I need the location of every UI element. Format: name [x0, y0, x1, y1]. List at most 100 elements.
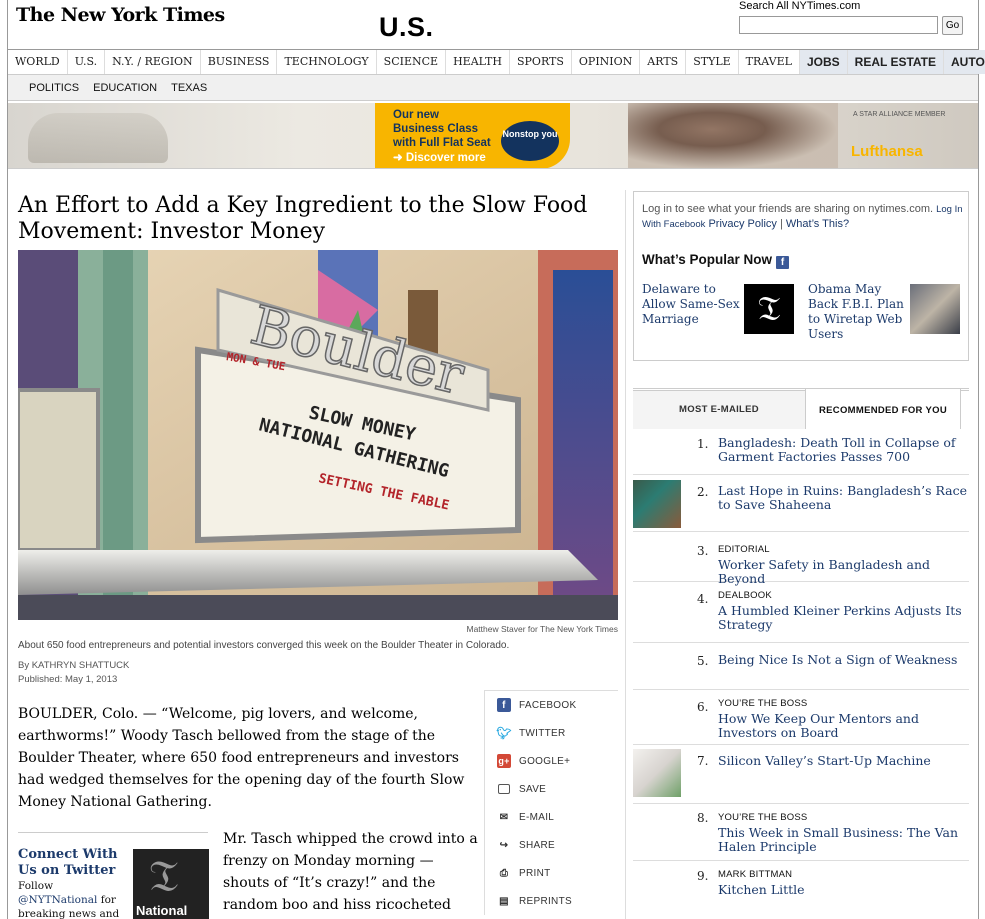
nav-world[interactable]: WORLD — [8, 50, 68, 74]
ad-banner[interactable]: Our new Business Class with Full Flat Se… — [8, 103, 978, 169]
recommended-title[interactable]: This Week in Small Business: The Van Hal… — [718, 826, 968, 854]
twitter-promo-heading[interactable]: Connect With Us on Twitter — [18, 847, 128, 879]
tab-recommended[interactable]: RECOMMENDED FOR YOU — [805, 388, 961, 429]
recommended-title[interactable]: Being Nice Is Not a Sign of Weakness — [718, 653, 968, 667]
rank-number: 4. — [697, 592, 709, 606]
nyt-logo[interactable]: The New York Times — [16, 4, 225, 26]
ad-star-alliance: A STAR ALLIANCE MEMBER — [853, 111, 946, 118]
search-input[interactable] — [739, 16, 938, 34]
reprints-button[interactable]: ▤ REPRINTS — [485, 887, 618, 915]
nav-opinion[interactable]: OPINION — [572, 50, 641, 74]
google-plus-icon: g+ — [497, 754, 511, 768]
recommended-title[interactable]: How We Keep Our Mentors and Investors on… — [718, 712, 968, 740]
rank-number: 9. — [697, 869, 709, 883]
subnav-politics[interactable]: POLITICS — [22, 75, 86, 100]
nav-ny-region[interactable]: N.Y. / REGION — [105, 50, 201, 74]
privacy-policy-link[interactable]: Privacy Policy — [708, 218, 776, 230]
share-twitter-button[interactable]: 🐦︎ TWITTER — [485, 719, 618, 747]
nav-technology[interactable]: TECHNOLOGY — [277, 50, 377, 74]
recommended-thumb[interactable] — [633, 480, 681, 528]
share-label: GOOGLE+ — [519, 755, 571, 767]
twitter-promo-text: Follow @NYTNational for breaking news an… — [18, 879, 130, 919]
article-headline: An Effort to Add a Key Ingredient to the… — [18, 193, 588, 244]
list-item[interactable]: 9. MARK BITTMAN Kitchen Little — [633, 861, 969, 911]
share-button[interactable]: ↪ SHARE — [485, 831, 618, 859]
whats-this-link[interactable]: What’s This? — [786, 218, 849, 230]
recommended-title[interactable]: Kitchen Little — [718, 883, 968, 897]
list-item[interactable]: 2. Last Hope in Ruins: Bangladesh’s Race… — [633, 475, 969, 532]
recommended-title[interactable]: Last Hope in Ruins: Bangladesh’s Race to… — [718, 484, 968, 512]
article-paragraph-1: BOULDER, Colo. — “Welcome, pig lovers, a… — [18, 706, 465, 810]
nav-science[interactable]: SCIENCE — [377, 50, 447, 74]
list-item[interactable]: 6. YOU’RE THE BOSS How We Keep Our Mento… — [633, 690, 969, 745]
recommended-kicker: DEALBOOK — [718, 590, 772, 601]
share-label: SHARE — [519, 839, 555, 851]
rank-number: 2. — [697, 485, 709, 499]
share-tools: f FACEBOOK 🐦︎ TWITTER g+ GOOGLE+ SAVE ✉ … — [484, 690, 618, 915]
share-facebook-button[interactable]: f FACEBOOK — [485, 691, 618, 719]
nav-travel[interactable]: TRAVEL — [739, 50, 800, 74]
share-label: SAVE — [519, 783, 547, 795]
share-icon: ↪ — [499, 839, 509, 851]
list-item[interactable]: 4. DEALBOOK A Humbled Kleiner Perkins Ad… — [633, 582, 969, 643]
article-photo[interactable]: Boulder SLOW MONEY NATIONAL GATHERING SE… — [18, 250, 618, 620]
recommended-title[interactable]: Silicon Valley’s Start-Up Machine — [718, 754, 968, 768]
nav-style[interactable]: STYLE — [686, 50, 739, 74]
popular-story-2-thumb[interactable] — [910, 284, 960, 334]
most-popular-tabs: MOST E-MAILED RECOMMENDED FOR YOU — [633, 388, 969, 429]
list-item[interactable]: 3. EDITORIAL Worker Safety in Bangladesh… — [633, 532, 969, 586]
photo-credit: Matthew Staver for The New York Times — [466, 624, 619, 634]
list-item[interactable]: 7. Silicon Valley’s Start-Up Machine — [633, 745, 969, 804]
section-title: U.S. — [379, 12, 434, 42]
friends-prompt: Log in to see what your friends are shar… — [642, 203, 934, 215]
nav-autos[interactable]: AUTOS — [944, 50, 985, 74]
social-module: Log in to see what your friends are shar… — [633, 191, 969, 361]
nav-arts[interactable]: ARTS — [640, 50, 687, 74]
nav-jobs[interactable]: JOBS — [799, 50, 848, 74]
share-google-plus-button[interactable]: g+ GOOGLE+ — [485, 747, 618, 775]
list-item[interactable]: 1. Bangladesh: Death Toll in Collapse of… — [633, 428, 969, 475]
ad-seat-image — [28, 113, 168, 163]
nav-health[interactable]: HEALTH — [446, 50, 510, 74]
recommended-kicker: MARK BITTMAN — [718, 869, 793, 880]
nyt-t-icon: 𝔗 — [149, 851, 179, 902]
share-label: PRINT — [519, 867, 551, 879]
nav-us[interactable]: U.S. — [67, 50, 106, 74]
recommended-kicker: YOU’RE THE BOSS — [718, 698, 808, 709]
email-button[interactable]: ✉ E-MAIL — [485, 803, 618, 831]
recommended-title[interactable]: A Humbled Kleiner Perkins Adjusts Its St… — [718, 604, 968, 632]
popular-story-2[interactable]: Obama May Back F.B.I. Plan to Wiretap We… — [808, 282, 908, 342]
recommended-kicker: YOU’RE THE BOSS — [718, 812, 808, 823]
nav-real-estate[interactable]: REAL ESTATE — [847, 50, 944, 74]
reprints-icon: ▤ — [499, 895, 509, 907]
recommended-title[interactable]: Bangladesh: Death Toll in Collapse of Ga… — [718, 436, 968, 464]
column-divider — [625, 190, 626, 919]
folder-icon — [497, 782, 511, 796]
nav-sports[interactable]: SPORTS — [510, 50, 572, 74]
tab-most-emailed[interactable]: MOST E-MAILED — [633, 391, 805, 429]
nyt-t-logo-thumb[interactable]: 𝔗 — [744, 284, 794, 334]
recommended-thumb[interactable] — [633, 749, 681, 797]
subnav-education[interactable]: EDUCATION — [86, 75, 164, 100]
theater-marquee-illustration: Boulder SLOW MONEY NATIONAL GATHERING SE… — [18, 250, 618, 620]
link-separator: | — [779, 218, 783, 230]
ad-cta[interactable]: ➜ Discover more — [393, 151, 486, 165]
list-item[interactable]: 5. Being Nice Is Not a Sign of Weakness — [633, 643, 969, 690]
rank-number: 6. — [697, 700, 709, 714]
save-button[interactable]: SAVE — [485, 775, 618, 803]
popular-story-1[interactable]: Delaware to Allow Same-Sex Marriage — [642, 282, 740, 327]
rank-number: 5. — [697, 654, 709, 668]
share-label: TWITTER — [519, 727, 566, 739]
facebook-icon: f — [776, 256, 790, 269]
popular-now-title: What’s Popular Now — [642, 252, 773, 267]
nav-business[interactable]: BUSINESS — [201, 50, 278, 74]
twitter-handle-link[interactable]: @NYTNational — [18, 894, 97, 906]
search-go-button[interactable]: Go — [942, 16, 963, 35]
ad-brand-logo: Lufthansa — [851, 143, 923, 160]
list-item[interactable]: 8. YOU’RE THE BOSS This Week in Small Bu… — [633, 804, 969, 861]
subnav-texas[interactable]: TEXAS — [164, 75, 214, 100]
ad-nonstop-badge: Nonstop you — [501, 121, 559, 161]
print-button[interactable]: ⎙ PRINT — [485, 859, 618, 887]
search-label: Search All NYTimes.com — [739, 0, 861, 12]
twitter-promo[interactable]: Connect With Us on Twitter Follow @NYTNa… — [18, 832, 209, 919]
